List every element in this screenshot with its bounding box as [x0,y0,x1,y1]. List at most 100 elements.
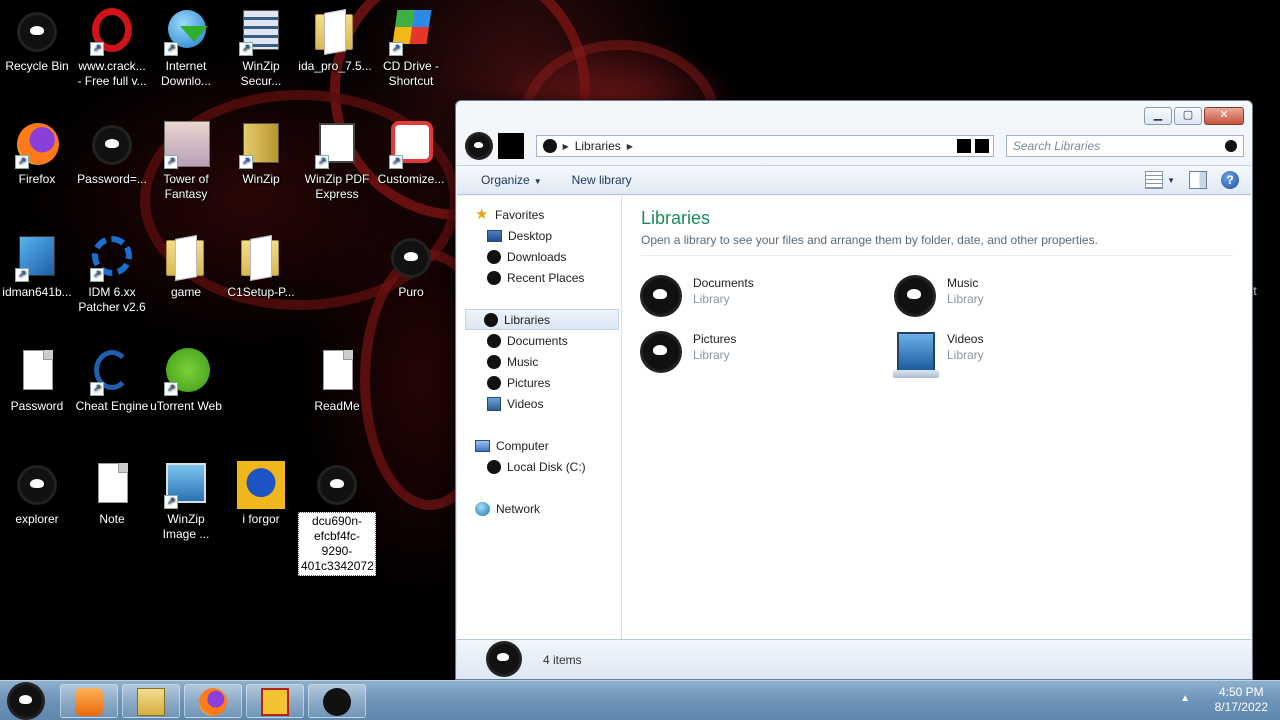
desktop-icon-winzip-secure[interactable]: ↗ WinZip Secur... [224,8,298,89]
preview-pane-icon[interactable] [1189,171,1207,189]
rename-field[interactable]: dcu690n-efcbf4fc-9290-401c3342072 [298,512,376,576]
search-input[interactable]: Search Libraries [1005,135,1244,157]
chevron-right-icon[interactable]: ▶ [627,142,633,151]
details-ghost-icon [489,643,519,674]
command-bar: Organize ▼ New library ▼ ? [457,165,1251,195]
address-dropdown-button[interactable] [956,139,971,153]
clock[interactable]: 4:50 PM 8/17/2022 [1215,685,1268,715]
desktop-icon-edge-partial[interactable]: ft [1250,284,1280,299]
nav-label: Downloads [507,249,567,264]
nav-network[interactable]: Network [457,498,621,519]
shortcut-arrow-icon: ↗ [90,268,104,282]
desktop-icon-password-shortcut[interactable]: Password=... [75,121,149,187]
shortcut-arrow-icon: ↗ [15,155,29,169]
desktop-icon-tower-of-fantasy[interactable]: ↗ Tower of Fantasy [149,121,223,202]
desktop-icon-winzip-image[interactable]: ↗ WinZip Image ... [149,461,223,542]
nav-local-disk[interactable]: Local Disk (C:) [457,456,621,477]
desktop-icon-cd-drive[interactable]: ↗ CD Drive - Shortcut [374,8,448,89]
desktop-icon-idman[interactable]: ↗ idman641b... [0,234,74,300]
desktop-icon-dcu-file-selected[interactable]: dcu690n-efcbf4fc-9290-401c3342072 [298,461,376,576]
chevron-right-icon: ▶ [562,141,569,151]
maximize-button[interactable]: ▢ [1174,107,1202,125]
desktop-icon-idm-patcher[interactable]: ↗ IDM 6.xx Patcher v2.6 [75,234,149,315]
navigation-bar: ▶ Libraries ▶ Search Libraries [466,133,1244,159]
new-library-button[interactable]: New library [572,173,632,187]
desktop-icon-crack-shortcut[interactable]: ↗ www.crack... - Free full v... [75,8,149,89]
nav-desktop[interactable]: Desktop [457,225,621,246]
pictures-library-icon [643,334,679,370]
desktop-icon-game-folder[interactable]: game [149,234,223,300]
library-pictures[interactable]: Pictures Library [641,330,861,380]
change-view-icon[interactable] [1145,171,1164,189]
rh-icon [261,688,289,716]
nav-pictures[interactable]: Pictures [457,372,621,393]
shortcut-arrow-icon: ↗ [90,42,104,56]
library-videos[interactable]: Videos Library [893,330,1115,380]
nav-favorites[interactable]: ★ Favorites [457,204,621,225]
details-pane: 4 items [457,639,1251,679]
shortcut-arrow-icon: ↗ [164,495,178,509]
star-icon: ★ [475,205,489,223]
show-hidden-icons-icon[interactable]: ▲ [1180,693,1190,704]
help-icon[interactable]: ? [1221,171,1239,189]
desktop-icon-customize[interactable]: ↗ Customize... [374,121,448,187]
shortcut-arrow-icon: ↗ [315,155,329,169]
documents-icon [487,333,501,348]
library-kind: Library [947,292,984,306]
library-kind: Library [693,292,730,306]
desktop-icon-explorer[interactable]: explorer [0,461,74,527]
desktop-icon-password[interactable]: Password [0,348,74,414]
shortcut-arrow-icon: ↗ [164,42,178,56]
ghost-icon [320,468,354,502]
library-documents[interactable]: Documents Library [641,274,861,324]
taskbar-file-explorer[interactable] [122,684,180,718]
nav-label: Favorites [495,207,545,222]
search-placeholder: Search Libraries [1012,139,1101,153]
taskbar-explorer-ghost[interactable] [308,684,366,718]
nav-documents[interactable]: Documents [457,330,621,351]
desktop-icon-puro[interactable]: Puro [374,234,448,300]
nav-downloads[interactable]: Downloads [457,246,621,267]
desktop-icon-note[interactable]: Note [75,461,149,527]
search-icon[interactable] [1224,140,1237,152]
desktop-icon-winzip[interactable]: ↗ WinZip [224,121,298,187]
desktop-icon-i-forgor[interactable]: i forgor [224,461,298,527]
libraries-icon [484,312,498,327]
desktop-icon-winzip-pdf[interactable]: ↗ WinZip PDF Express [300,121,374,202]
shortcut-arrow-icon: ↗ [164,155,178,169]
desktop-icon-utorrent[interactable]: ↗ uTorrent Web [149,348,223,414]
address-bar[interactable]: ▶ Libraries ▶ [535,135,994,157]
minimize-button[interactable]: ▁ [1144,107,1172,125]
nav-music[interactable]: Music [457,351,621,372]
desktop-icon-readme[interactable]: ReadMe [300,348,374,414]
start-button[interactable] [4,683,50,719]
window-body: ★ Favorites Desktop Downloads Recent Plac… [457,196,1251,639]
forward-button[interactable] [497,133,524,159]
shortcut-arrow-icon: ↗ [389,42,403,56]
nav-label: Pictures [507,375,551,390]
close-button[interactable]: ✕ [1204,107,1244,125]
nav-computer[interactable]: Computer [457,435,621,456]
desktop-icon-recycle-bin[interactable]: Recycle Bin [0,8,74,74]
view-options-chevron-icon[interactable]: ▼ [1167,176,1175,185]
desktop-icon-ida-pro[interactable]: ida_pro_7.5... [298,8,372,74]
back-button[interactable] [466,133,492,159]
desktop-icon-firefox[interactable]: ↗ Firefox [0,121,74,187]
nav-recent-places[interactable]: Recent Places [457,267,621,288]
nav-libraries[interactable]: Libraries [465,309,619,330]
library-music[interactable]: Music Library [895,274,1115,324]
breadcrumb-libraries[interactable]: Libraries [575,139,621,153]
nav-videos[interactable]: Videos [457,393,621,414]
nav-label: Videos [507,396,544,411]
refresh-button[interactable] [974,139,989,153]
desktop-icon-cheat-engine[interactable]: ↗ Cheat Engine [75,348,149,414]
desktop-icon-internet-download-manager[interactable]: ↗ Internet Downlo... [149,8,223,89]
desktop-icon-c1setup[interactable]: C1Setup-P... [224,234,298,300]
organize-button[interactable]: Organize ▼ [481,173,542,187]
taskbar-media-player[interactable] [60,684,118,718]
taskbar-rh[interactable] [246,684,304,718]
taskbar-firefox[interactable] [184,684,242,718]
